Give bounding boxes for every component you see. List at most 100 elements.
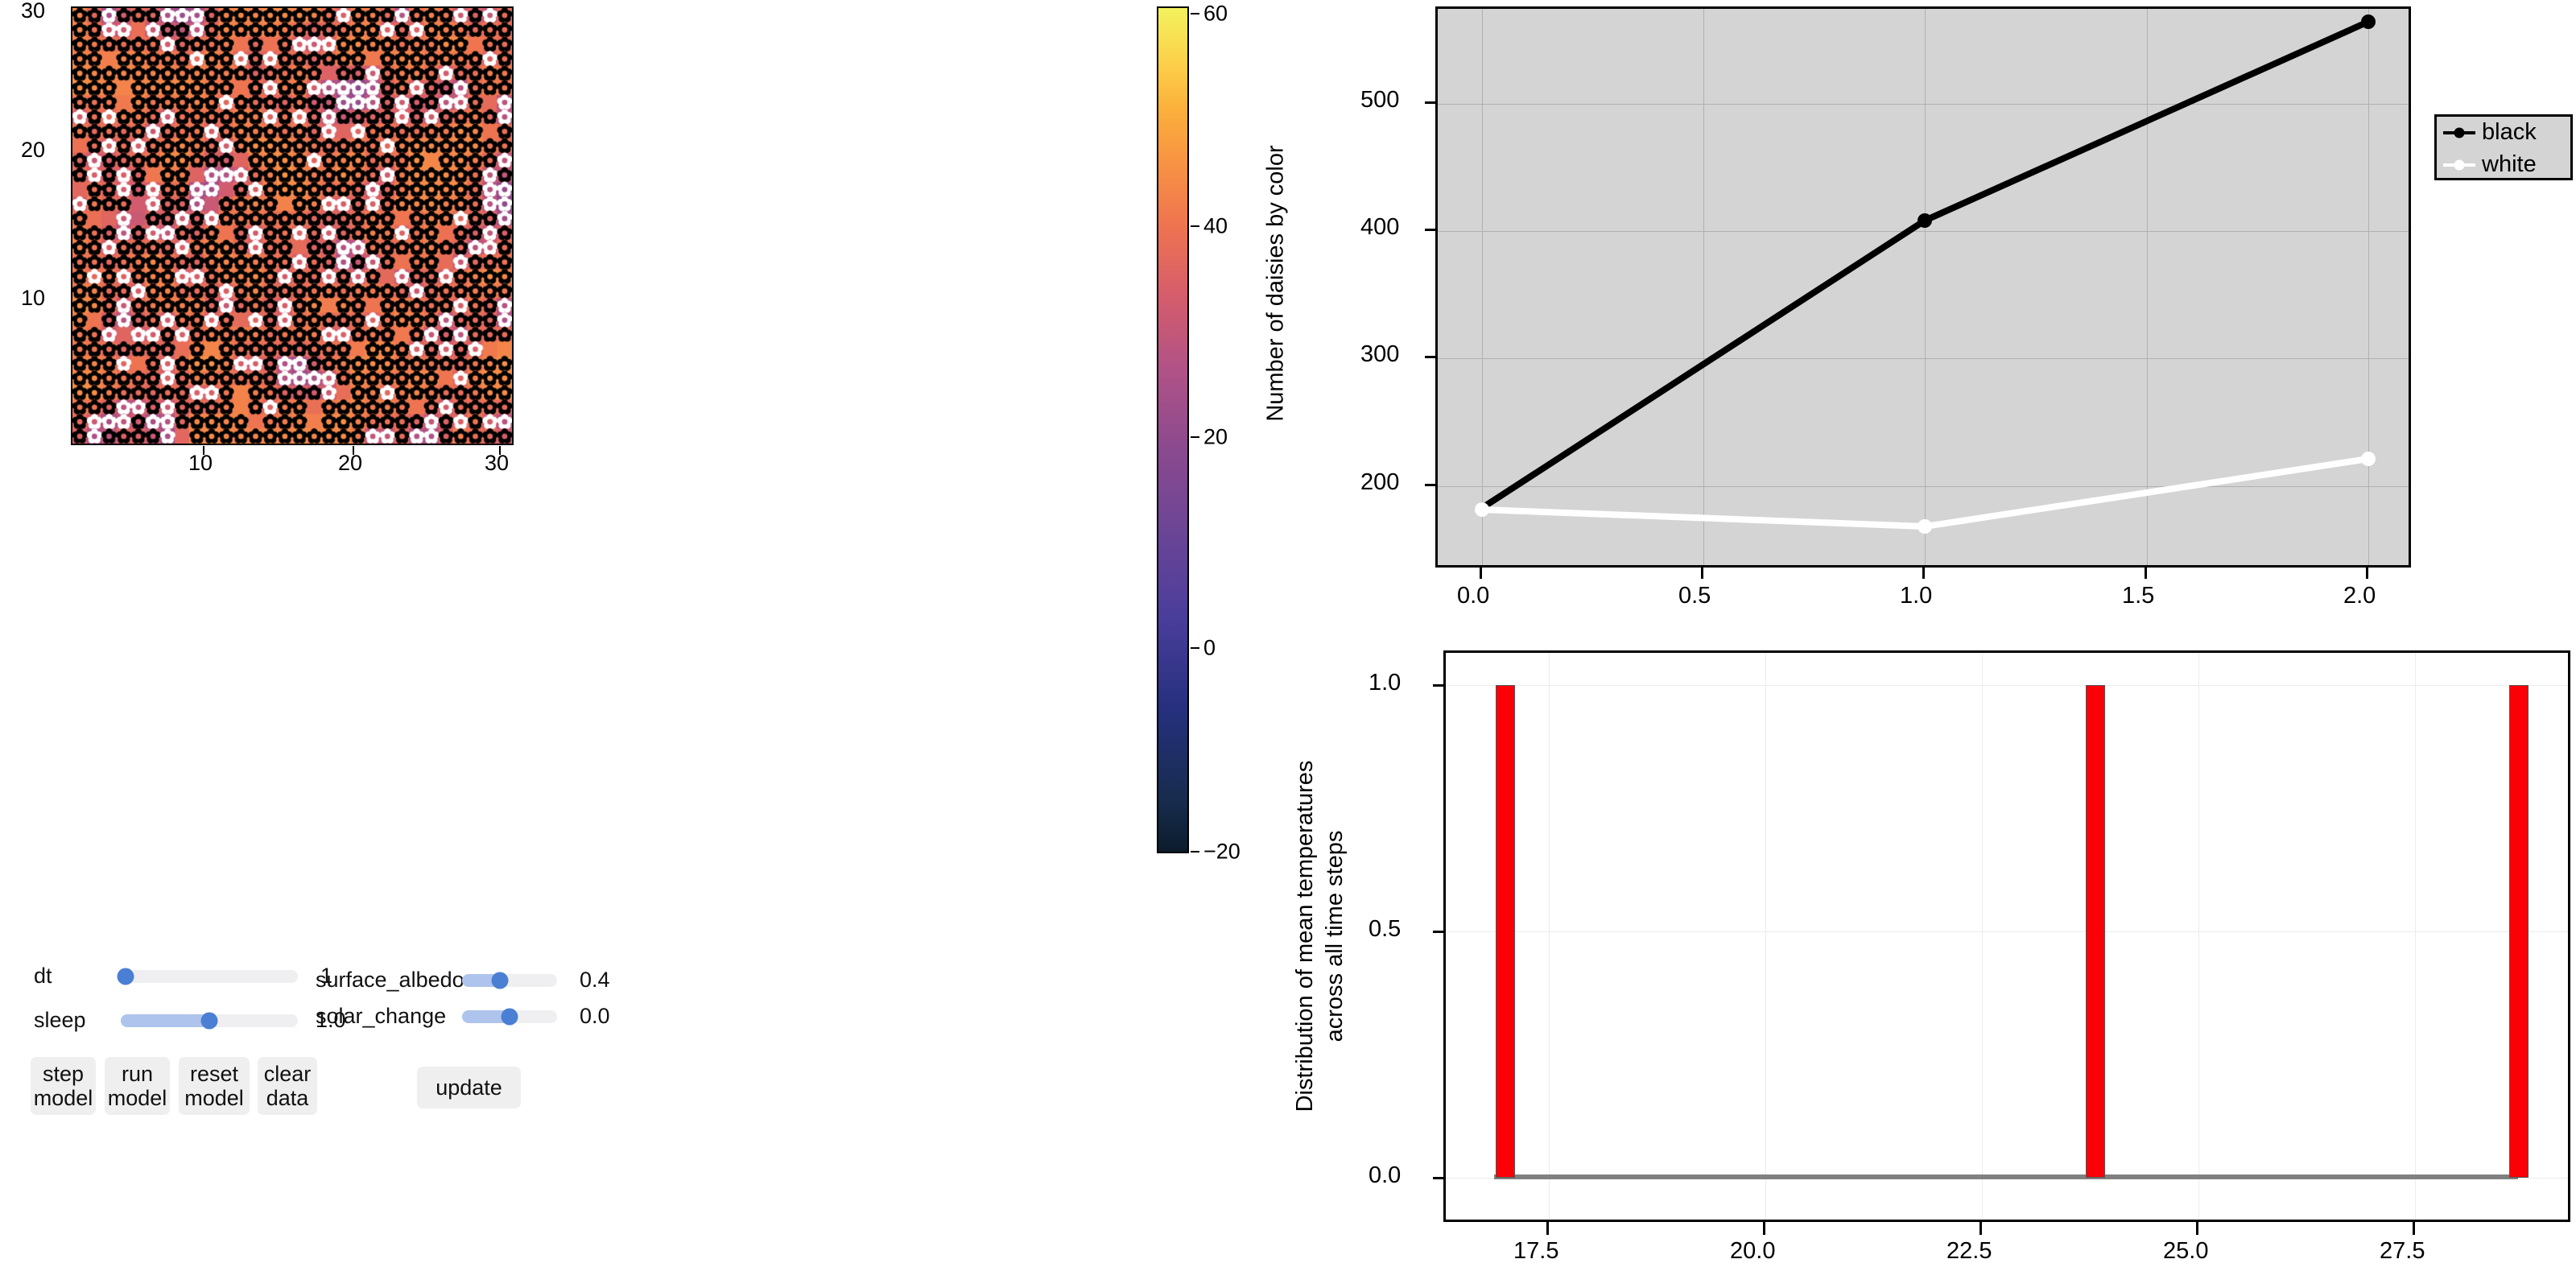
daisyworld-grid-plot[interactable] xyxy=(71,6,514,445)
hist-xtick-mark-17.5 xyxy=(1546,1222,1549,1235)
grid-xtick-mark-20 xyxy=(353,446,354,455)
series-line-white xyxy=(1481,456,2369,530)
colorbar-tick-0 xyxy=(1191,647,1199,649)
legend-label-white: white xyxy=(2482,151,2537,177)
legend-entry-black[interactable]: black xyxy=(2443,121,2537,144)
grid-xtick-mark-30 xyxy=(499,446,501,455)
hist-gridline-x-20.0 xyxy=(1765,653,1766,1220)
grid-ytick-20: 20 xyxy=(21,138,46,162)
legend-label-black: black xyxy=(2482,119,2537,145)
slider-knob-dt[interactable] xyxy=(117,968,134,985)
hist-ytick-mark-0.0 xyxy=(1433,1177,1443,1179)
grid-xtick-mark-10 xyxy=(203,446,204,455)
legend-marker-white-icon xyxy=(2454,159,2465,170)
series-line-black xyxy=(1480,19,2370,511)
line-xtick-0.5: 0.5 xyxy=(1678,583,1711,609)
daisy-population-line-chart[interactable] xyxy=(1435,6,2411,568)
hist-ytick-mark-0.5 xyxy=(1433,931,1443,933)
slider-track-dt[interactable] xyxy=(117,968,298,985)
legend-line-white-icon xyxy=(2443,159,2475,170)
hist-gridline-x-22.5 xyxy=(1982,653,1983,1220)
colorbar-tick-20 xyxy=(1191,436,1199,438)
reset-model-button[interactable]: reset model xyxy=(179,1057,250,1115)
line-ytick-300: 300 xyxy=(1360,341,1400,367)
colorbar-tick-40 xyxy=(1191,225,1199,227)
line-xtick-mark-2.0 xyxy=(2366,568,2368,579)
reset-model-button-label: reset model xyxy=(184,1061,244,1110)
series-point-white-1 xyxy=(1918,519,1932,534)
slider-fill-sleep xyxy=(121,1013,209,1027)
daisyworld-grid-canvas[interactable] xyxy=(71,6,514,445)
mean-temperature-histogram[interactable] xyxy=(1443,650,2570,1222)
step-model-button-label: step model xyxy=(33,1061,93,1110)
hist-ylabel-text1: Distribution of mean temperatures xyxy=(1291,760,1318,1113)
controls-panel: dt 1 sleep 1.0 surface_albedo 0.4 solar_… xyxy=(0,954,1288,1276)
colorbar-label-neg20: −20 xyxy=(1203,839,1241,864)
line-xtick-1.0: 1.0 xyxy=(1900,583,1933,609)
grid-ytick-30: 30 xyxy=(21,0,46,23)
slider-track-solar-change[interactable] xyxy=(462,1008,557,1025)
line-xtick-1.5: 1.5 xyxy=(2122,583,2155,609)
slider-knob-solar-change[interactable] xyxy=(501,1008,518,1025)
hist-xtick-mark-22.5 xyxy=(1979,1222,1982,1235)
slider-track-sleep[interactable] xyxy=(121,1012,298,1029)
slider-track-surface-albedo[interactable] xyxy=(462,972,557,989)
run-model-button[interactable]: run model xyxy=(105,1057,170,1115)
hist-gridline-y-0.5 xyxy=(1446,931,2568,932)
clear-data-button[interactable]: clear data xyxy=(258,1057,317,1115)
grid-xtick-10: 10 xyxy=(188,451,213,475)
grid-xtick-30: 30 xyxy=(485,451,510,475)
update-button[interactable]: update xyxy=(417,1067,521,1108)
hist-ytick-0.5: 0.5 xyxy=(1368,916,1402,942)
temperature-colorbar xyxy=(1157,6,1189,853)
colorbar-label-20: 20 xyxy=(1203,424,1228,449)
hist-bar-2[interactable] xyxy=(2509,685,2529,1178)
legend-entry-white[interactable]: white xyxy=(2443,153,2537,176)
hist-xtick-25.0: 25.0 xyxy=(2163,1238,2209,1264)
hist-xtick-mark-27.5 xyxy=(2413,1222,2415,1235)
line-ytick-500: 500 xyxy=(1360,87,1400,113)
hist-ytick-mark-1.0 xyxy=(1433,684,1443,687)
line-xtick-mark-1.5 xyxy=(2145,568,2147,579)
hist-baseline xyxy=(1494,1174,2518,1179)
hist-ylabel-text2: across all time steps xyxy=(1322,830,1348,1042)
line-xtick-mark-0.0 xyxy=(1480,568,1482,579)
slider-row-surface-albedo: surface_albedo 0.4 xyxy=(316,968,610,993)
hist-bar-0[interactable] xyxy=(1496,685,1515,1178)
hist-gridline-x-25.0 xyxy=(2198,653,2199,1220)
slider-row-solar-change: solar_change 0.0 xyxy=(316,1004,610,1029)
line-xtick-mark-0.5 xyxy=(1701,568,1703,579)
slider-knob-sleep[interactable] xyxy=(200,1012,218,1029)
hist-xtick-mark-20.0 xyxy=(1763,1222,1765,1235)
simulation-panel: 30 20 10 10 20 30 60 40 20 0 −20 dt 1 sl… xyxy=(0,0,1288,1288)
series-point-white-0 xyxy=(1475,502,1489,517)
slider-label-sleep: sleep xyxy=(34,1008,86,1032)
run-model-button-label: run model xyxy=(107,1061,167,1110)
line-chart-series-svg xyxy=(1475,14,2376,534)
series-point-white-2 xyxy=(2361,452,2376,466)
hist-xtick-27.5: 27.5 xyxy=(2380,1238,2425,1264)
line-chart-ylabel: Number of daisies by color xyxy=(1262,145,1289,422)
line-ytick-200: 200 xyxy=(1360,469,1400,495)
hist-ytick-1.0: 1.0 xyxy=(1368,670,1402,696)
line-ytick-mark-500 xyxy=(1425,101,1435,104)
hist-ylabel-line1: Distribution of mean temperatures across… xyxy=(1290,679,1350,1194)
line-xtick-mark-1.0 xyxy=(1922,568,1925,579)
hist-xtick-20.0: 20.0 xyxy=(1730,1238,1776,1264)
colorbar-label-40: 40 xyxy=(1203,213,1228,238)
line-ytick-400: 400 xyxy=(1360,214,1400,240)
line-xtick-2.0: 2.0 xyxy=(2343,583,2376,609)
series-point-black-2 xyxy=(2361,14,2376,29)
hist-gridline-x-17.5 xyxy=(1549,653,1550,1220)
hist-bar-1[interactable] xyxy=(2086,685,2105,1178)
grid-ytick-10: 10 xyxy=(21,286,46,310)
line-xtick-0.0: 0.0 xyxy=(1457,583,1490,609)
grid-xtick-20: 20 xyxy=(338,451,363,475)
colorbar-tick-neg20 xyxy=(1191,851,1199,852)
clear-data-button-label: clear data xyxy=(263,1061,312,1110)
slider-value-solar-change: 0.0 xyxy=(580,1004,610,1028)
slider-knob-surface-albedo[interactable] xyxy=(491,972,509,989)
line-chart-legend[interactable]: black white xyxy=(2434,114,2573,180)
step-model-button[interactable]: step model xyxy=(31,1057,96,1115)
series-point-black-1 xyxy=(1918,213,1932,228)
